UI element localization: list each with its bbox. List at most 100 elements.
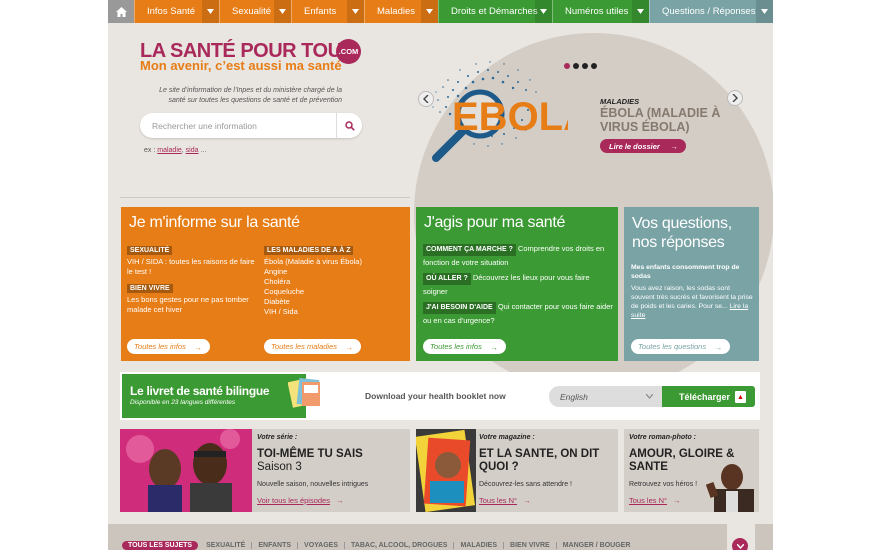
chevron-down-icon[interactable] bbox=[756, 0, 773, 23]
promo-label: Votre série : bbox=[257, 434, 298, 441]
promo-magazine[interactable]: Votre magazine : ET LA SANTE, ON DIT QUO… bbox=[416, 429, 618, 512]
slider-next-button[interactable] bbox=[727, 90, 743, 106]
box-qa-title[interactable]: Vos questions, nos réponses bbox=[632, 214, 757, 252]
chevron-down-icon[interactable] bbox=[421, 0, 438, 23]
carousel-dot[interactable] bbox=[573, 63, 579, 69]
box-qa: Vos questions, nos réponses Mes enfants … bbox=[624, 207, 759, 361]
roman-photo-image bbox=[705, 464, 754, 512]
act-all-infos-button[interactable]: Toutes les infos → bbox=[423, 339, 506, 354]
carousel-dot[interactable] bbox=[564, 63, 570, 69]
topic-tabac-alcool-drogues[interactable]: TABAC, ALCOOL, DROGUES bbox=[345, 542, 455, 549]
topic-enfants[interactable]: ENFANTS bbox=[252, 542, 299, 549]
chevron-down-icon bbox=[646, 394, 653, 399]
language-selected: English bbox=[560, 391, 588, 402]
search-button[interactable] bbox=[336, 113, 362, 138]
tag-maladies-a-z[interactable]: LES MALADIES DE A À Z bbox=[264, 246, 354, 255]
search-icon bbox=[344, 120, 355, 131]
read-dossier-button[interactable]: Lire le dossier → bbox=[600, 139, 686, 153]
qa-answer: Vous avez raison, les sodas sont souvent… bbox=[631, 284, 755, 320]
example-link-sida[interactable]: sida bbox=[186, 147, 199, 154]
disease-link[interactable]: Choléra bbox=[264, 277, 404, 287]
download-button[interactable]: Télécharger ▲ bbox=[662, 386, 755, 407]
chevron-right-icon bbox=[732, 94, 738, 102]
magazine-image bbox=[416, 429, 476, 512]
nav-item-droits-demarches[interactable]: Droits et Démarches bbox=[438, 0, 552, 23]
chevron-down-icon[interactable] bbox=[632, 0, 649, 23]
slide-category: MALADIES bbox=[600, 97, 640, 106]
disease-link[interactable]: Angine bbox=[264, 267, 404, 277]
chevron-down-icon[interactable] bbox=[535, 0, 552, 23]
act-item[interactable]: OÙ ALLER ? Découvrez les lieux pour vous… bbox=[423, 273, 613, 297]
chevron-down-icon[interactable] bbox=[202, 0, 219, 23]
slide-title[interactable]: ÉBOLA (MALADIE À VIRUS ÉBOLA) bbox=[600, 106, 750, 134]
disease-link[interactable]: VIH / Sida bbox=[264, 307, 404, 317]
chevron-down-icon[interactable] bbox=[274, 0, 291, 23]
all-diseases-button[interactable]: Toutes les maladies → bbox=[264, 339, 362, 354]
topic-sexualite[interactable]: SEXUALITÉ bbox=[200, 542, 253, 549]
nav-item-sexualite[interactable]: Sexualité bbox=[219, 0, 291, 23]
language-select[interactable]: English bbox=[549, 386, 662, 407]
topics-bar: TOUS LES SUJETS SEXUALITÉ ENFANTS VOYAGE… bbox=[108, 524, 773, 550]
carousel-dot[interactable] bbox=[582, 63, 588, 69]
promo-link-label: Voir tous les épisodes bbox=[257, 496, 330, 505]
nav-label: Questions / Réponses bbox=[662, 6, 756, 17]
inform-item-text[interactable]: VIH / SIDA : toutes les raisons de faire… bbox=[127, 257, 255, 277]
nav-label: Sexualité bbox=[232, 6, 272, 17]
tag-sexualite[interactable]: SEXUALITÉ bbox=[127, 246, 173, 255]
topic-bien-vivre[interactable]: BIEN VIVRE bbox=[504, 542, 557, 549]
act-item[interactable]: COMMENT ÇA MARCHE ? Comprendre vos droit… bbox=[423, 244, 613, 268]
promo-title: ET LA SANTE, ON DIT QUOI ? bbox=[479, 448, 600, 473]
search-input[interactable] bbox=[152, 118, 327, 133]
inform-item-text[interactable]: Les bons gestes pour ne pas tomber malad… bbox=[127, 295, 255, 315]
disease-link[interactable]: Coqueluche bbox=[264, 287, 404, 297]
booklet-subtitle: Disponible en 23 langues différentes bbox=[130, 399, 236, 406]
pill-label: Toutes les infos bbox=[134, 342, 186, 351]
topic-manger-bouger[interactable]: MANGER / BOUGER bbox=[557, 542, 637, 549]
home-button[interactable] bbox=[108, 0, 134, 23]
topic-voyages[interactable]: VOYAGES bbox=[298, 542, 346, 549]
box-act-title[interactable]: J'agis pour ma santé bbox=[424, 214, 565, 232]
site-tagline: Le site d’information de l’Inpes et du m… bbox=[159, 87, 342, 104]
topics-toggle-button[interactable] bbox=[732, 538, 748, 550]
nav-item-infos-sante[interactable]: Infos Santé bbox=[134, 0, 219, 23]
nav-item-maladies[interactable]: Maladies bbox=[364, 0, 438, 23]
pill-label: Toutes les maladies bbox=[271, 342, 338, 351]
promo-label: Votre roman-photo : bbox=[629, 434, 697, 441]
all-questions-button[interactable]: Toutes les questions → bbox=[631, 339, 731, 354]
tag-bien-vivre[interactable]: BIEN VIVRE bbox=[127, 284, 173, 293]
qa-question[interactable]: Mes enfants consomment trop de sodas bbox=[631, 263, 755, 281]
tag-besoin-aide: J'AI BESOIN D'AIDE bbox=[423, 302, 496, 314]
booklet-download-text: Download your health booklet now bbox=[365, 391, 506, 401]
promo-roman-photo[interactable]: Votre roman-photo : AMOUR, GLOIRE & SANT… bbox=[624, 429, 759, 512]
promo-link[interactable]: Voir tous les épisodes → bbox=[257, 496, 343, 505]
topic-maladies[interactable]: MALADIES bbox=[454, 542, 505, 549]
nav-item-enfants[interactable]: Enfants bbox=[291, 0, 364, 23]
topic-tous-les-sujets[interactable]: TOUS LES SUJETS bbox=[122, 541, 199, 550]
disease-link[interactable]: Ébola (Maladie à virus Ébola) bbox=[264, 257, 404, 267]
promo-label: Votre magazine : bbox=[479, 434, 535, 441]
slider-prev-button[interactable] bbox=[418, 91, 434, 107]
promo-link[interactable]: Tous les N° → bbox=[479, 496, 531, 505]
booklet-title-block[interactable]: Le livret de santé bilingue Disponible e… bbox=[122, 374, 306, 418]
promo-link[interactable]: Tous les N° → bbox=[629, 496, 681, 505]
booklet-image bbox=[288, 378, 320, 408]
disease-link[interactable]: Diabète bbox=[264, 297, 404, 307]
promo-link-label: Tous les N° bbox=[629, 496, 668, 505]
ebola-illustration[interactable]: EBOLA bbox=[418, 52, 568, 167]
all-infos-button[interactable]: Toutes les infos → bbox=[127, 339, 210, 354]
nav-label: Infos Santé bbox=[147, 6, 196, 17]
arrow-right-icon: → bbox=[335, 496, 344, 505]
act-item[interactable]: J'AI BESOIN D'AIDE Qui contacter pour vo… bbox=[423, 302, 613, 326]
arrow-right-icon: → bbox=[345, 343, 354, 352]
example-link-maladie[interactable]: maladie bbox=[157, 147, 182, 154]
arrow-right-icon: → bbox=[490, 343, 498, 352]
carousel-dot[interactable] bbox=[591, 63, 597, 69]
promo-serie[interactable]: Votre série : TOI-MÊME TU SAIS Saison 3 … bbox=[120, 429, 410, 512]
chevron-down-icon[interactable] bbox=[347, 0, 364, 23]
chevron-left-icon bbox=[423, 95, 429, 103]
nav-item-numeros-utiles[interactable]: Numéros utiles bbox=[552, 0, 649, 23]
nav-item-questions-reponses[interactable]: Questions / Réponses bbox=[649, 0, 773, 23]
promo-desc: Découvrez-les sans attendre ! bbox=[479, 481, 572, 488]
box-inform-title[interactable]: Je m'informe sur la santé bbox=[129, 214, 300, 232]
act-items: COMMENT ÇA MARCHE ? Comprendre vos droit… bbox=[423, 244, 613, 326]
